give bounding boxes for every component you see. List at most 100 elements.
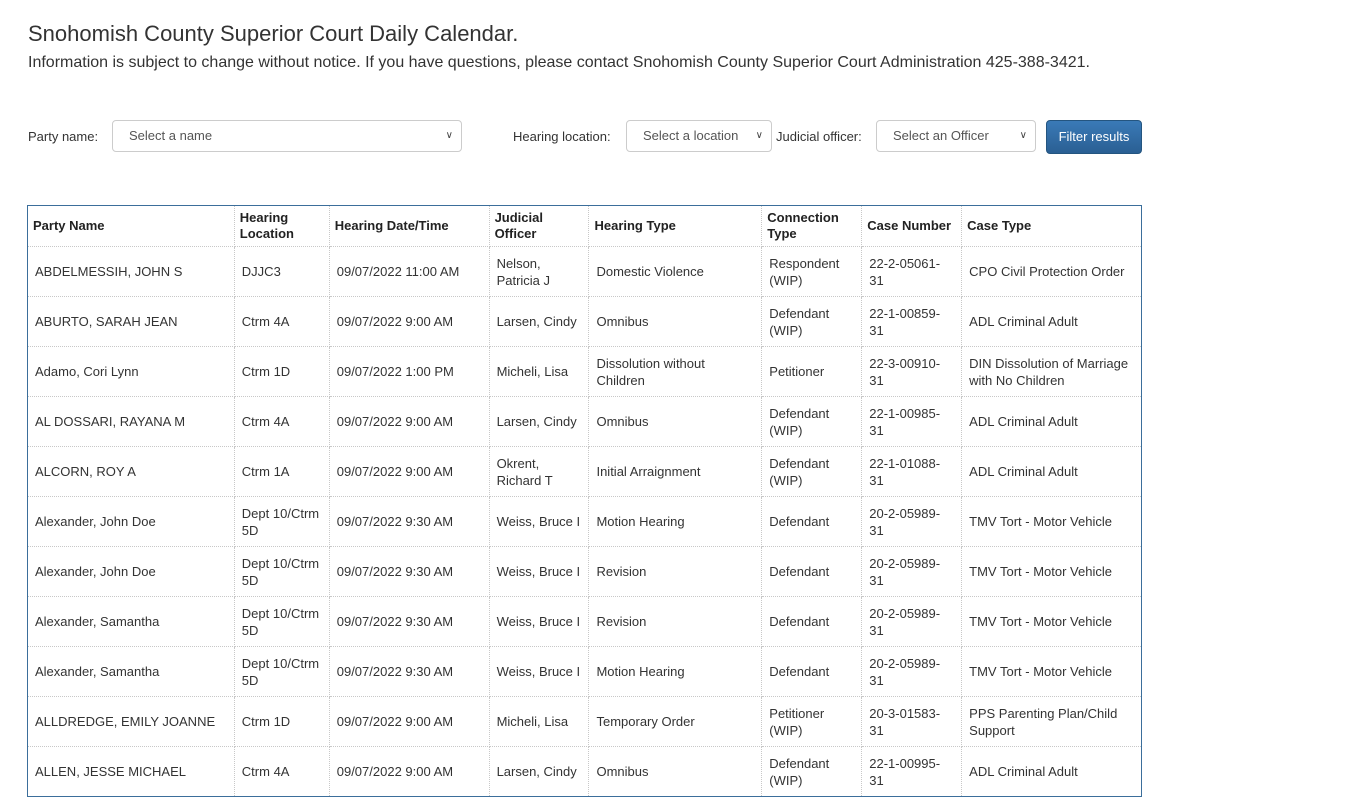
hearing-date-time-cell: 09/07/2022 11:00 AM [329, 246, 490, 297]
hearing-date-time-cell: 09/07/2022 1:00 PM [329, 346, 490, 397]
judicial-officer-cell: Micheli, Lisa [489, 346, 590, 397]
column-header-hearing-location: Hearing Location [234, 205, 330, 247]
judicial-officer-cell: Larsen, Cindy [489, 746, 590, 797]
case-type-cell: PPS Parenting Plan/Child Support [961, 696, 1142, 747]
connection-type-cell: Petitioner [761, 346, 863, 397]
case-number-cell: 20-3-01583-31 [861, 696, 963, 747]
chevron-down-icon: ∨ [1019, 130, 1027, 141]
hearing-date-time-cell: 09/07/2022 9:00 AM [329, 696, 490, 747]
case-number-cell: 22-1-01088-31 [861, 446, 963, 497]
judicial-officer-select[interactable]: Select an Officer ∨ [876, 120, 1036, 152]
hearing-type-cell: Omnibus [588, 396, 763, 447]
case-type-cell: ADL Criminal Adult [961, 446, 1142, 497]
connection-type-cell: Defendant [761, 496, 863, 547]
party-name-cell: ALLEN, JESSE MICHAEL [27, 746, 235, 797]
table-row: Alexander, Samantha Dept 10/Ctrm 5D 09/07/… [27, 646, 1142, 697]
connection-type-cell: Defendant [761, 546, 863, 597]
filter-bar: Party name: Select a name ∨ Hearing loca… [28, 120, 1148, 154]
case-number-cell: 22-1-00985-31 [861, 396, 963, 447]
hearing-location-cell: Dept 10/Ctrm 5D [234, 546, 330, 597]
hearing-date-time-cell: 09/07/2022 9:30 AM [329, 496, 490, 547]
connection-type-cell: Respondent (WIP) [761, 246, 863, 297]
column-header-connection-type: Connection Type [761, 205, 863, 247]
case-type-cell: ADL Criminal Adult [961, 296, 1142, 347]
party-name-cell: ALLDREDGE, EMILY JOANNE [27, 696, 235, 747]
page-subtitle: Information is subject to change without… [28, 54, 1090, 71]
case-type-cell: ADL Criminal Adult [961, 396, 1142, 447]
hearing-location-cell: Ctrm 4A [234, 396, 330, 447]
connection-type-cell: Defendant (WIP) [761, 446, 863, 497]
table-row: ALLEN, JESSE MICHAEL Ctrm 4A 09/07/2022 9:… [27, 746, 1142, 797]
table-row: ALCORN, ROY A Ctrm 1A 09/07/2022 9:00 AM Ok… [27, 446, 1142, 497]
judicial-officer-cell: Larsen, Cindy [489, 296, 590, 347]
case-type-cell: CPO Civil Protection Order [961, 246, 1142, 297]
hearing-location-cell: Ctrm 4A [234, 746, 330, 797]
hearing-date-time-cell: 09/07/2022 9:00 AM [329, 396, 490, 447]
case-type-cell: DIN Dissolution of Marriage with No Chil… [961, 346, 1142, 397]
connection-type-cell: Defendant (WIP) [761, 746, 863, 797]
case-type-cell: TMV Tort - Motor Vehicle [961, 546, 1142, 597]
hearing-location-cell: Dept 10/Ctrm 5D [234, 646, 330, 697]
calendar-table: Party Name Hearing Location Hearing Date… [27, 205, 1142, 797]
case-number-cell: 20-2-05989-31 [861, 596, 963, 647]
hearing-location-label: Hearing location: [513, 129, 611, 144]
hearing-location-cell: Ctrm 1D [234, 696, 330, 747]
party-name-cell: ALCORN, ROY A [27, 446, 235, 497]
judicial-officer-label: Judicial officer: [776, 129, 862, 144]
connection-type-cell: Defendant [761, 596, 863, 647]
connection-type-cell: Defendant (WIP) [761, 396, 863, 447]
party-name-cell: ABURTO, SARAH JEAN [27, 296, 235, 347]
hearing-type-cell: Temporary Order [588, 696, 763, 747]
party-name-cell: Alexander, Samantha [27, 646, 235, 697]
page-title: Snohomish County Superior Court Daily Ca… [28, 21, 519, 46]
judicial-officer-cell: Weiss, Bruce I [489, 546, 590, 597]
connection-type-cell: Petitioner (WIP) [761, 696, 863, 747]
case-number-cell: 22-2-05061-31 [861, 246, 963, 297]
case-number-cell: 22-1-00995-31 [861, 746, 963, 797]
hearing-location-cell: Ctrm 1D [234, 346, 330, 397]
page: Snohomish County Superior Court Daily Ca… [0, 0, 1366, 74]
column-header-party-name: Party Name [27, 205, 235, 247]
case-number-cell: 20-2-05989-31 [861, 646, 963, 697]
judicial-officer-select-value: Select an Officer [893, 128, 989, 143]
chevron-down-icon: ∨ [445, 130, 453, 141]
table-row: Adamo, Cori Lynn Ctrm 1D 09/07/2022 1:00 P… [27, 346, 1142, 397]
table-row: Alexander, Samantha Dept 10/Ctrm 5D 09/07/… [27, 596, 1142, 647]
connection-type-cell: Defendant (WIP) [761, 296, 863, 347]
column-header-hearing-type: Hearing Type [588, 205, 763, 247]
hearing-location-select-value: Select a location [643, 128, 739, 143]
hearing-type-cell: Dissolution without Children [588, 346, 763, 397]
hearing-type-cell: Omnibus [588, 296, 763, 347]
judicial-officer-cell: Larsen, Cindy [489, 396, 590, 447]
table-row: ALLDREDGE, EMILY JOANNE Ctrm 1D 09/07/2022… [27, 696, 1142, 747]
hearing-type-cell: Omnibus [588, 746, 763, 797]
hearing-location-cell: Dept 10/Ctrm 5D [234, 596, 330, 647]
hearing-type-cell: Initial Arraignment [588, 446, 763, 497]
case-type-cell: TMV Tort - Motor Vehicle [961, 496, 1142, 547]
party-name-cell: Alexander, Samantha [27, 596, 235, 647]
party-name-cell: Adamo, Cori Lynn [27, 346, 235, 397]
case-number-cell: 22-3-00910-31 [861, 346, 963, 397]
case-type-cell: ADL Criminal Adult [961, 746, 1142, 797]
filter-results-button[interactable]: Filter results [1046, 120, 1142, 154]
hearing-date-time-cell: 09/07/2022 9:30 AM [329, 596, 490, 647]
case-number-cell: 22-1-00859-31 [861, 296, 963, 347]
connection-type-cell: Defendant [761, 646, 863, 697]
column-header-case-type: Case Type [961, 205, 1142, 247]
judicial-officer-cell: Micheli, Lisa [489, 696, 590, 747]
table-row: AL DOSSARI, RAYANA M Ctrm 4A 09/07/2022 9:… [27, 396, 1142, 447]
hearing-type-cell: Revision [588, 596, 763, 647]
table-row: ABURTO, SARAH JEAN Ctrm 4A 09/07/2022 9:00… [27, 296, 1142, 347]
hearing-type-cell: Motion Hearing [588, 646, 763, 697]
hearing-date-time-cell: 09/07/2022 9:00 AM [329, 746, 490, 797]
hearing-location-select[interactable]: Select a location ∨ [626, 120, 772, 152]
party-name-select[interactable]: Select a name ∨ [112, 120, 462, 152]
table-row: Alexander, John Doe Dept 10/Ctrm 5D 09/07/… [27, 496, 1142, 547]
judicial-officer-cell: Weiss, Bruce I [489, 646, 590, 697]
party-name-cell: AL DOSSARI, RAYANA M [27, 396, 235, 447]
table-header-row: Party Name Hearing Location Hearing Date… [27, 205, 1142, 247]
party-name-label: Party name: [28, 129, 99, 144]
chevron-down-icon: ∨ [755, 130, 763, 141]
case-type-cell: TMV Tort - Motor Vehicle [961, 646, 1142, 697]
hearing-type-cell: Motion Hearing [588, 496, 763, 547]
